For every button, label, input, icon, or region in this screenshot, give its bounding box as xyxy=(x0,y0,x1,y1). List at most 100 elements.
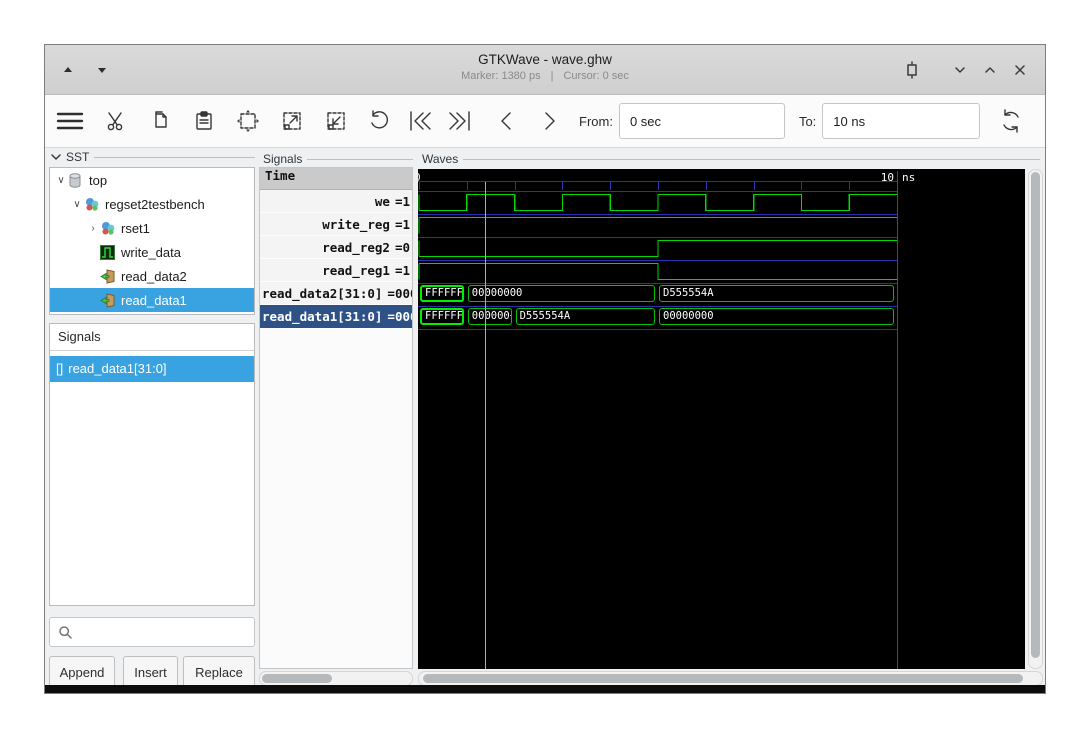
from-label: From: xyxy=(579,114,613,129)
bus-segment: FFFFFF+ xyxy=(420,308,464,325)
expander-closed-icon[interactable]: › xyxy=(86,223,100,234)
zoom-in-icon xyxy=(280,109,304,133)
signal-panel-hscrollbar[interactable] xyxy=(259,671,413,686)
scissors-icon xyxy=(105,110,127,132)
marker-line[interactable] xyxy=(485,182,486,669)
close-button[interactable] xyxy=(1007,57,1033,83)
next-edge-button[interactable] xyxy=(535,106,565,136)
paste-button[interactable] xyxy=(189,106,219,136)
wave-trace-read_reg2 xyxy=(418,237,897,260)
timescale-tick xyxy=(849,181,850,190)
timescale-tick xyxy=(706,181,707,190)
timescale-tick xyxy=(658,181,659,190)
from-input[interactable] xyxy=(619,103,785,139)
tree-item-write_data[interactable]: write_data xyxy=(50,240,254,264)
shade-up-button[interactable] xyxy=(55,57,81,83)
restore-button[interactable] xyxy=(899,57,925,83)
wave-vscrollbar-thumb[interactable] xyxy=(1031,172,1040,658)
chevron-left-icon xyxy=(497,109,515,133)
zoom-in-button[interactable] xyxy=(277,106,307,136)
titlebar[interactable]: GTKWave - wave.ghw Marker: 1380 ps|Curso… xyxy=(45,45,1045,95)
signals-list-header: Signals xyxy=(50,324,254,351)
chevron-right-icon xyxy=(541,109,559,133)
jump-to-end-button[interactable] xyxy=(445,106,475,136)
search-icon xyxy=(58,625,73,640)
module-icon xyxy=(84,196,101,212)
bus-segment: 00000000 xyxy=(659,308,894,325)
menu-button[interactable] xyxy=(55,106,85,136)
wave-row-separator xyxy=(418,329,897,330)
module-icon xyxy=(100,220,117,236)
zoom-out-button[interactable] xyxy=(321,106,351,136)
copy-button[interactable] xyxy=(145,106,175,136)
signal-row-write_reg[interactable]: write_reg=1 xyxy=(260,213,412,236)
wave-row-separator xyxy=(418,283,897,284)
signals-frame-label: Signals xyxy=(263,152,413,166)
cursor-status: Cursor: 0 sec xyxy=(563,70,628,82)
window-subtitle: Marker: 1380 ps|Cursor: 0 sec xyxy=(45,70,1045,82)
minimize-button[interactable] xyxy=(947,57,973,83)
undo-button[interactable] xyxy=(363,106,393,136)
triangle-up-icon xyxy=(64,67,72,72)
bus-segment: FFFFFF+ xyxy=(420,285,464,302)
close-icon xyxy=(1013,63,1027,77)
shade-down-button[interactable] xyxy=(89,57,115,83)
bus-segment: D555554A xyxy=(659,285,894,302)
toolbar: From: To: xyxy=(45,95,1045,148)
maximize-button[interactable] xyxy=(977,57,1003,83)
wave-trace-write_reg xyxy=(418,214,897,237)
collapse-chevron-icon xyxy=(51,153,61,161)
tree-item-read_data2[interactable]: read_data2 xyxy=(50,264,254,288)
timescale-tick xyxy=(467,181,468,190)
tree-item-rset1[interactable]: › rset1 xyxy=(50,216,254,240)
timescale-tick xyxy=(515,181,516,190)
port-icon xyxy=(100,268,117,284)
expander-open-icon[interactable]: ∨ xyxy=(70,199,84,210)
signal-row-read_data2[interactable]: read_data2[31:0]=00000000 xyxy=(260,282,412,305)
signal-icon xyxy=(100,244,117,260)
wave-canvas[interactable]: 010nsFFFFFF+00000000D555554AFFFFFF+00000… xyxy=(418,169,1025,669)
time-column-header: Time xyxy=(260,168,412,190)
skip-to-end-icon xyxy=(447,109,473,133)
window-title: GTKWave - wave.ghw xyxy=(45,52,1045,67)
wave-row-separator xyxy=(418,306,897,307)
clipboard-paste-icon xyxy=(193,110,215,132)
signal-names-panel: Time we=1 write_reg=1 read_reg2=0 read_r… xyxy=(259,167,413,669)
bus-segment: 000000+ xyxy=(468,308,512,325)
reload-button[interactable] xyxy=(996,106,1026,136)
zoom-out-icon xyxy=(324,109,348,133)
hamburger-menu-icon xyxy=(56,111,84,131)
tree-item-top[interactable]: ∨ top xyxy=(50,168,254,192)
zoom-fit-button[interactable] xyxy=(233,106,263,136)
prev-edge-button[interactable] xyxy=(491,106,521,136)
signal-panel-hscrollbar-thumb[interactable] xyxy=(262,674,332,683)
tree-item-regset2testbench[interactable]: ∨ regset2testbench xyxy=(50,192,254,216)
signal-row-we[interactable]: we=1 xyxy=(260,190,412,213)
skip-to-start-icon xyxy=(407,109,433,133)
bus-segment: 00000000 xyxy=(468,285,655,302)
waves-frame-label: Waves xyxy=(422,152,1040,166)
time-end-line xyxy=(897,171,898,669)
timescale-tick xyxy=(610,181,611,190)
zoom-fit-icon xyxy=(236,109,260,133)
desktop: GTKWave - wave.ghw Marker: 1380 ps|Curso… xyxy=(0,0,1090,738)
jump-to-start-button[interactable] xyxy=(405,106,435,136)
signal-row-read_data1[interactable]: read_data1[31:0]=00000000 xyxy=(260,305,412,328)
signal-row-read_reg2[interactable]: read_reg2=0 xyxy=(260,236,412,259)
timescale-tick xyxy=(754,181,755,190)
cut-button[interactable] xyxy=(101,106,131,136)
expander-open-icon[interactable]: ∨ xyxy=(54,175,68,186)
signals-list-item[interactable]: [] read_data1[31:0] xyxy=(50,356,254,382)
wave-trace-read_reg1 xyxy=(418,260,897,283)
to-input[interactable] xyxy=(822,103,980,139)
signal-search-input[interactable] xyxy=(49,617,255,647)
tree-item-read_data1[interactable]: read_data1 xyxy=(50,288,254,312)
window-bottom-edge xyxy=(45,685,1045,693)
timescale-end-label: 10 xyxy=(870,171,894,184)
undo-icon xyxy=(366,109,390,133)
wave-hscrollbar-thumb[interactable] xyxy=(423,674,1023,683)
sst-signals-list: Signals [] read_data1[31:0] xyxy=(49,323,255,606)
wave-vscrollbar[interactable] xyxy=(1028,169,1043,669)
wave-hscrollbar[interactable] xyxy=(418,671,1043,686)
signal-row-read_reg1[interactable]: read_reg1=1 xyxy=(260,259,412,282)
